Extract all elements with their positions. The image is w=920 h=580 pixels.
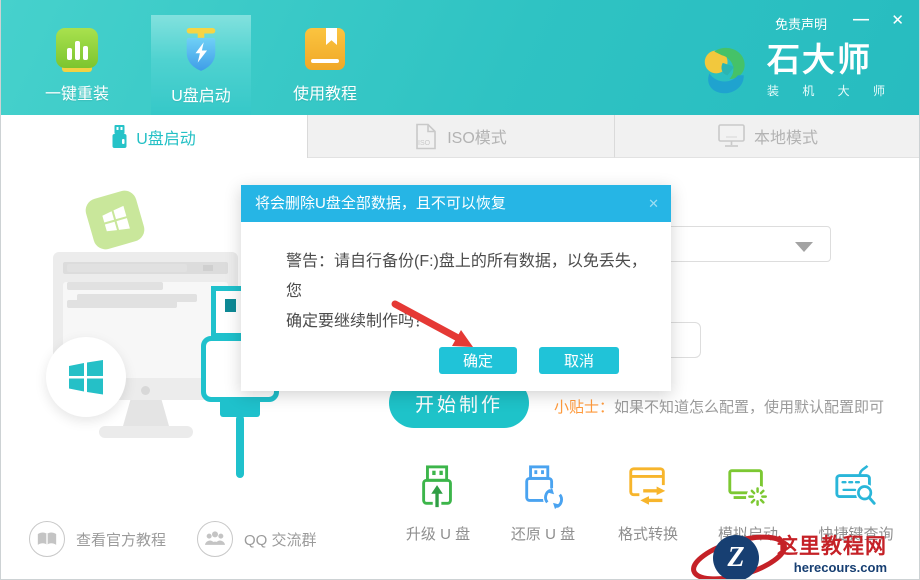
close-button[interactable]: ✕	[891, 11, 904, 29]
disclaimer-link[interactable]: 免责声明	[775, 14, 827, 33]
mode-tab-label: ISO模式	[447, 124, 507, 148]
footer-link-label: 查看官方教程	[76, 529, 166, 550]
dialog-titlebar: 将会删除U盘全部数据，且不可以恢复 ✕	[241, 185, 671, 222]
dialog-message: 警告：请自行备份(F:)盘上的所有数据，以免丢失，您 确定要继续制作吗？	[286, 247, 661, 337]
format-convert-icon	[625, 464, 671, 510]
nav-tab-usb-boot[interactable]: U盘启动	[151, 0, 251, 115]
chevron-down-icon	[795, 242, 813, 252]
swirl-logo-icon	[700, 42, 757, 99]
watermark-site-name: 这里教程网	[777, 535, 887, 559]
toolbar-label: 升级 U 盘	[392, 523, 484, 544]
dialog-close-icon[interactable]: ✕	[648, 185, 659, 222]
toolbar-item-restore-usb[interactable]: 还原 U 盘	[497, 464, 589, 544]
chart-bars-icon	[56, 28, 98, 70]
nav-tab-tutorial[interactable]: 使用教程	[275, 0, 375, 115]
nav-tab-label: 使用教程	[293, 80, 357, 104]
mode-tab-label: U盘启动	[136, 125, 196, 149]
warning-dialog: 将会删除U盘全部数据，且不可以恢复 ✕ 警告：请自行备份(F:)盘上的所有数据，…	[241, 185, 671, 391]
mode-tab-local[interactable]: 本地模式	[615, 115, 920, 158]
brand-logo: 石大师 装 机 大 师	[700, 42, 895, 99]
footer-link-label: QQ 交流群	[244, 529, 317, 550]
tip-body: 如果不知道怎么配置，使用默认配置即可	[614, 399, 884, 416]
usb-restore-icon	[520, 464, 566, 510]
windows-tile-decoration	[83, 188, 147, 252]
book-icon	[305, 28, 345, 70]
dialog-message-line: 警告：请自行备份(F:)盘上的所有数据，以免丢失，您	[286, 247, 661, 307]
shield-lightning-icon	[181, 28, 221, 72]
mode-tabs: U盘启动 ISO ISO模式 本地模式	[1, 115, 920, 158]
nav-tab-label: 一键重装	[45, 80, 109, 104]
official-tutorial-link[interactable]: 查看官方教程	[29, 521, 166, 557]
monitor-icon	[718, 124, 745, 148]
brand-name: 石大师	[767, 42, 895, 78]
people-group-icon	[197, 521, 233, 557]
toolbar-item-format-convert[interactable]: 格式转换	[602, 464, 694, 544]
nav-tab-label: U盘启动	[171, 82, 231, 106]
ok-button[interactable]: 确定	[439, 347, 517, 374]
nav-tab-one-key-reinstall[interactable]: 一键重装	[27, 0, 127, 115]
minimize-button[interactable]: —	[853, 11, 869, 29]
site-watermark: Z 这里教程网 herecours.com	[689, 532, 920, 580]
dialog-message-line: 确定要继续制作吗？	[286, 307, 661, 337]
toolbar-label: 格式转换	[602, 523, 694, 544]
mode-tab-usb-boot[interactable]: U盘启动	[1, 115, 308, 158]
watermark-domain: herecours.com	[777, 559, 887, 576]
simulate-boot-icon	[725, 464, 771, 510]
app-window: 一键重装 U盘启动 使用教程	[0, 0, 920, 580]
windows-badge	[46, 337, 126, 417]
brand-tagline: 装 机 大 师	[767, 82, 895, 99]
toolbar-item-upgrade-usb[interactable]: 升级 U 盘	[392, 464, 484, 544]
windows-flag-icon	[98, 203, 131, 236]
windows-flag-icon	[66, 357, 106, 397]
open-book-icon	[29, 521, 65, 557]
watermark-badge: Z	[713, 535, 759, 580]
cancel-button[interactable]: 取消	[539, 347, 619, 374]
header: 一键重装 U盘启动 使用教程	[1, 0, 920, 115]
iso-file-icon: ISO	[415, 123, 438, 150]
usb-upgrade-icon	[415, 464, 461, 510]
usb-drive-icon	[112, 125, 127, 149]
mode-tab-label: 本地模式	[754, 124, 818, 148]
tip-text: 小贴士：如果不知道怎么配置，使用默认配置即可	[554, 396, 884, 417]
tip-label: 小贴士：	[554, 399, 614, 416]
main-nav: 一键重装 U盘启动 使用教程	[27, 0, 399, 115]
qq-group-link[interactable]: QQ 交流群	[197, 521, 317, 557]
dialog-title: 将会删除U盘全部数据，且不可以恢复	[255, 195, 506, 212]
svg-text:ISO: ISO	[418, 140, 431, 147]
mode-tab-iso[interactable]: ISO ISO模式	[308, 115, 615, 158]
toolbar-label: 还原 U 盘	[497, 523, 589, 544]
hotkey-search-icon	[833, 464, 879, 510]
